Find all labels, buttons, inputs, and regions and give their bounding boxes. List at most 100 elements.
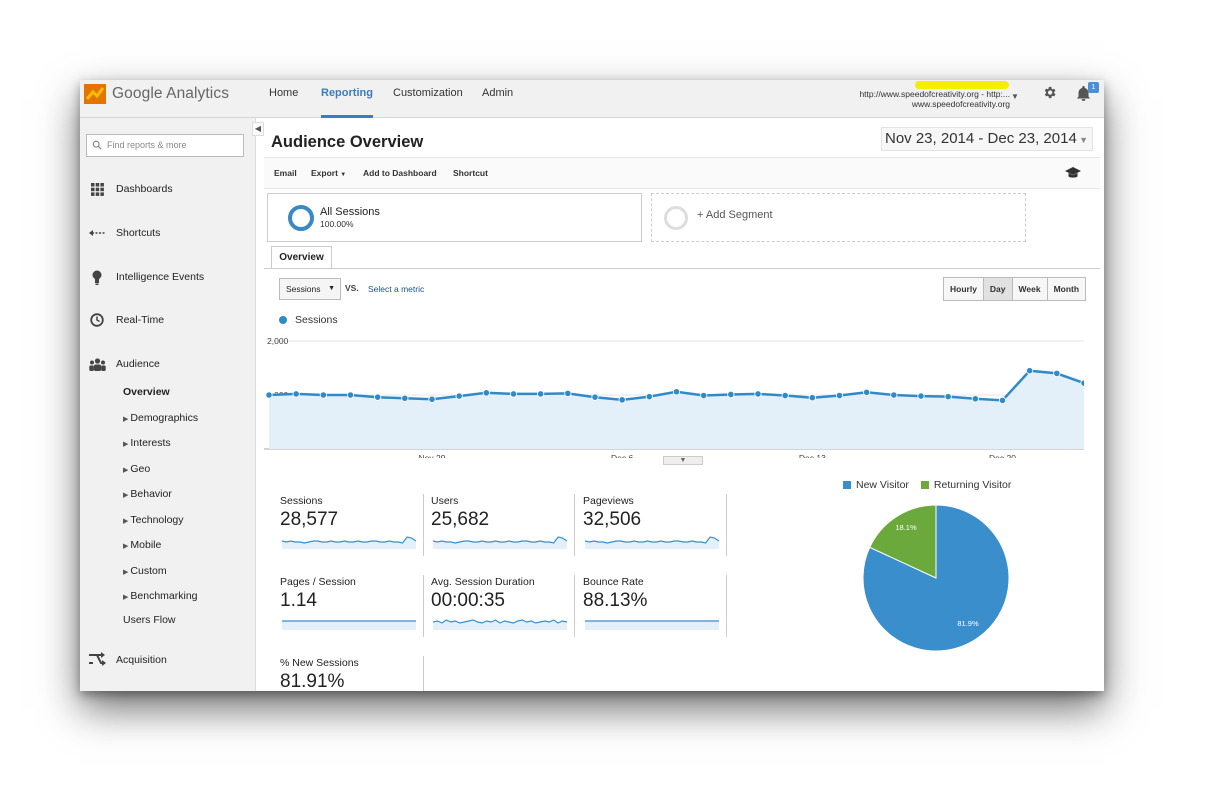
data-point[interactable] — [1053, 369, 1061, 378]
data-point[interactable] — [537, 390, 545, 398]
sidebar-sub-geo[interactable]: ▶ Geo — [123, 463, 150, 475]
kpi-new-sessions[interactable]: % New Sessions 81.91% — [280, 657, 425, 691]
add-segment-button[interactable]: + Add Segment — [651, 193, 1026, 242]
gear-icon[interactable] — [1042, 85, 1057, 100]
nav-customization[interactable]: Customization — [393, 87, 463, 118]
data-point[interactable] — [509, 390, 518, 398]
nav-reporting[interactable]: Reporting — [321, 87, 373, 118]
granularity-week[interactable]: Week — [1012, 278, 1048, 300]
data-point[interactable] — [319, 391, 327, 399]
search-input[interactable]: Find reports & more — [86, 134, 244, 157]
nav-admin[interactable]: Admin — [482, 87, 513, 118]
data-point[interactable] — [1080, 379, 1084, 387]
sidebar-sub-interests[interactable]: ▶ Interests — [123, 437, 171, 449]
data-point[interactable] — [917, 392, 925, 400]
sidebar-sub-behavior[interactable]: ▶ Behavior — [123, 488, 172, 500]
sidebar-sub-overview[interactable]: Overview — [123, 386, 170, 398]
sidebar-sub-technology[interactable]: ▶ Technology — [123, 514, 184, 526]
account-selector[interactable]: http://www.speedofcreativity.org - http:… — [846, 89, 1010, 109]
granularity-month[interactable]: Month — [1047, 278, 1086, 300]
data-point[interactable] — [672, 388, 681, 396]
highlight-mark — [915, 81, 1009, 89]
kpi-avg-session-duration[interactable]: Avg. Session Duration 00:00:35 — [431, 576, 576, 638]
data-point[interactable] — [754, 390, 762, 398]
sidebar-item-shortcuts[interactable]: Shortcuts — [88, 224, 160, 242]
email-button[interactable]: Email — [274, 168, 297, 178]
data-point[interactable] — [292, 390, 300, 398]
report-toolbar: Email Export ▼ Add to Dashboard Shortcut — [264, 157, 1100, 189]
kpi-pageviews[interactable]: Pageviews 32,506 — [583, 495, 728, 557]
data-point[interactable] — [645, 393, 653, 401]
sidebar-item-acquisition[interactable]: Acquisition — [88, 651, 167, 669]
sidebar-item-audience[interactable]: Audience — [88, 355, 160, 373]
data-point[interactable] — [944, 393, 952, 401]
select-metric-link[interactable]: Select a metric — [368, 284, 424, 294]
kpi-sparkline — [282, 620, 416, 630]
metric-select[interactable]: Sessions ▼ — [279, 278, 341, 300]
segment-all-sessions[interactable]: All Sessions 100.00% — [267, 193, 642, 242]
graduation-cap-icon[interactable] — [1065, 167, 1081, 179]
kpi-label: Users — [431, 495, 459, 507]
data-point[interactable] — [265, 391, 273, 399]
search-icon — [92, 140, 102, 150]
sidebar-sub-users-flow[interactable]: Users Flow — [123, 614, 176, 626]
granularity-day[interactable]: Day — [983, 278, 1013, 300]
granularity-hourly[interactable]: Hourly — [944, 278, 984, 300]
data-point[interactable] — [971, 395, 979, 403]
data-point[interactable] — [835, 391, 844, 400]
sidebar-sub-benchmarking[interactable]: ▶ Benchmarking — [123, 590, 198, 602]
chart-resize-handle[interactable]: ▼ — [663, 456, 703, 465]
x-tick-label: Dec 6 — [611, 453, 633, 458]
sidebar-sub-mobile[interactable]: ▶ Mobile — [123, 539, 161, 551]
segment-ring-icon — [288, 205, 314, 231]
data-point[interactable] — [428, 395, 436, 403]
kpi-pages-per-session[interactable]: Pages / Session 1.14 — [280, 576, 425, 638]
kpi-users[interactable]: Users 25,682 — [431, 495, 576, 557]
caret-down-icon: ▼ — [340, 172, 347, 178]
legend-swatch — [279, 316, 287, 324]
data-point[interactable] — [727, 390, 735, 399]
kpi-label: Bounce Rate — [583, 576, 644, 588]
shortcut-button[interactable]: Shortcut — [453, 168, 488, 178]
data-point[interactable] — [998, 396, 1007, 405]
sidebar-item-dashboards[interactable]: Dashboards — [88, 180, 173, 198]
date-range-picker[interactable]: Nov 23, 2014 - Dec 23, 2014 ▼ — [881, 127, 1093, 151]
chevron-down-icon[interactable]: ▼ — [1011, 92, 1019, 101]
data-point[interactable] — [1026, 367, 1034, 375]
tab-overview[interactable]: Overview — [271, 246, 332, 269]
kpi-divider — [574, 494, 575, 556]
kpi-divider — [726, 494, 727, 556]
sidebar-item-label: Shortcuts — [116, 227, 161, 239]
data-point[interactable] — [700, 391, 708, 400]
sidebar-item-real-time[interactable]: Real-Time — [88, 311, 164, 329]
sidebar-sub-custom[interactable]: ▶ Custom — [123, 565, 167, 577]
data-point[interactable] — [564, 389, 572, 397]
kpi-sparkline — [433, 619, 568, 630]
add-to-dashboard-button[interactable]: Add to Dashboard — [363, 168, 437, 178]
data-point[interactable] — [781, 391, 789, 400]
data-point[interactable] — [401, 394, 409, 402]
kpi-sparkline — [585, 620, 719, 630]
data-point[interactable] — [591, 393, 599, 401]
data-point[interactable] — [890, 391, 898, 399]
data-point[interactable] — [374, 393, 382, 401]
data-point[interactable] — [618, 396, 626, 404]
data-point[interactable] — [346, 391, 355, 399]
sidebar-item-intelligence-events[interactable]: Intelligence Events — [88, 268, 204, 286]
nav-home[interactable]: Home — [269, 87, 298, 118]
data-point[interactable] — [482, 389, 490, 397]
top-bar: Google Analytics Home Reporting Customiz… — [80, 80, 1104, 118]
collapse-sidebar-button[interactable]: ◀ — [252, 122, 264, 136]
data-point[interactable] — [808, 394, 816, 402]
kpi-value: 88.13% — [583, 590, 648, 611]
kpi-sparkline — [282, 536, 417, 549]
export-button[interactable]: Export ▼ — [311, 168, 346, 178]
google-analytics-logo[interactable]: Google Analytics — [84, 82, 229, 106]
data-point[interactable] — [455, 392, 463, 400]
kpi-bounce-rate[interactable]: Bounce Rate 88.13% — [583, 576, 728, 638]
kpi-label: % New Sessions — [280, 657, 359, 669]
sidebar-sub-label: Behavior — [130, 488, 172, 500]
data-point[interactable] — [863, 388, 871, 396]
sidebar-sub-demographics[interactable]: ▶ Demographics — [123, 412, 198, 424]
kpi-sessions[interactable]: Sessions 28,577 — [280, 495, 425, 557]
